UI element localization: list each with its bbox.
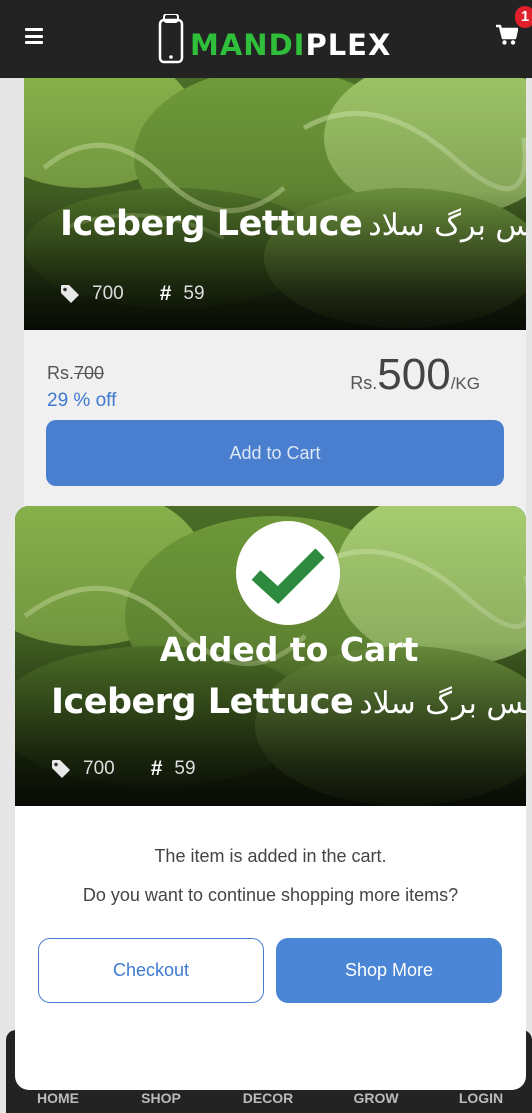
shopping-cart-icon[interactable] — [496, 24, 519, 46]
modal-product-title: Iceberg Lettuce آئس برگ سلاد — [51, 682, 526, 722]
checkout-button[interactable]: Checkout — [38, 938, 264, 1003]
old-price-value: 700 — [74, 363, 105, 383]
modal-product-meta: 700 # 59 — [51, 757, 196, 781]
old-price-prefix: Rs. — [47, 363, 74, 383]
hash-icon: # — [159, 282, 172, 305]
product-meta: 700 # 59 — [60, 282, 205, 306]
discount-label: 29 % off — [47, 390, 117, 411]
modal-message-line2: Do you want to continue shopping more it… — [82, 885, 459, 905]
modal-product-name: Iceberg Lettuce — [51, 682, 354, 722]
tag-icon — [52, 760, 70, 778]
added-to-cart-modal: Added to Cart Iceberg Lettuce آئس برگ سلا… — [15, 506, 526, 1090]
modal-number-value: 59 — [174, 758, 196, 779]
brand-name-part2: PLEX — [305, 28, 392, 62]
old-price: Rs.700 — [47, 363, 104, 384]
add-to-cart-button[interactable]: Add to Cart — [46, 420, 504, 486]
price-prefix: Rs. — [350, 373, 378, 393]
nav-home[interactable]: HOME — [18, 1090, 98, 1106]
nav-shop[interactable]: SHOP — [121, 1090, 201, 1106]
cart-count-badge[interactable]: 1 — [515, 6, 532, 28]
price-unit: /KG — [450, 374, 480, 393]
tag-icon — [61, 285, 79, 303]
hash-icon: # — [150, 757, 163, 780]
nav-decor[interactable]: DECOR — [228, 1090, 308, 1106]
app-header: MANDIPLEX 1 — [0, 0, 532, 78]
current-price: Rs. 500 /KG — [350, 350, 480, 400]
success-check-icon — [236, 521, 340, 625]
hamburger-icon[interactable] — [25, 28, 43, 44]
product-pricing: Rs.700 29 % off Rs. 500 /KG Add to Cart — [24, 330, 526, 518]
product-card: Iceberg Lettuceآئس برگ سلاد 700 # 59 Rs.… — [24, 78, 526, 518]
shop-more-button[interactable]: Shop More — [276, 938, 502, 1003]
brand-logo[interactable]: MANDIPLEX — [158, 12, 391, 64]
product-title: Iceberg Lettuceآئس برگ سلاد — [60, 204, 526, 244]
nav-grow[interactable]: GROW — [336, 1090, 416, 1106]
modal-product-name-urdu: آئس برگ سلاد — [359, 686, 526, 721]
modal-message-line1: The item is added in the cart. — [154, 846, 387, 866]
nav-login[interactable]: LOGIN — [441, 1090, 521, 1106]
product-number-value: 59 — [183, 283, 205, 304]
modal-heading: Added to Cart — [159, 630, 419, 669]
product-name: Iceberg Lettuce — [60, 204, 363, 244]
modal-product-image: Added to Cart Iceberg Lettuce آئس برگ سلا… — [15, 506, 526, 806]
phone-bag-icon — [158, 13, 190, 64]
brand-name: MANDIPLEX — [190, 26, 391, 64]
modal-tag-value: 700 — [83, 758, 115, 779]
product-name-urdu: آئس برگ سلاد — [368, 208, 526, 243]
brand-name-part1: MANDI — [190, 28, 306, 62]
product-image[interactable]: Iceberg Lettuceآئس برگ سلاد 700 # 59 — [24, 78, 526, 330]
price-amount: 500 — [377, 350, 451, 399]
product-tag-value: 700 — [92, 283, 124, 304]
